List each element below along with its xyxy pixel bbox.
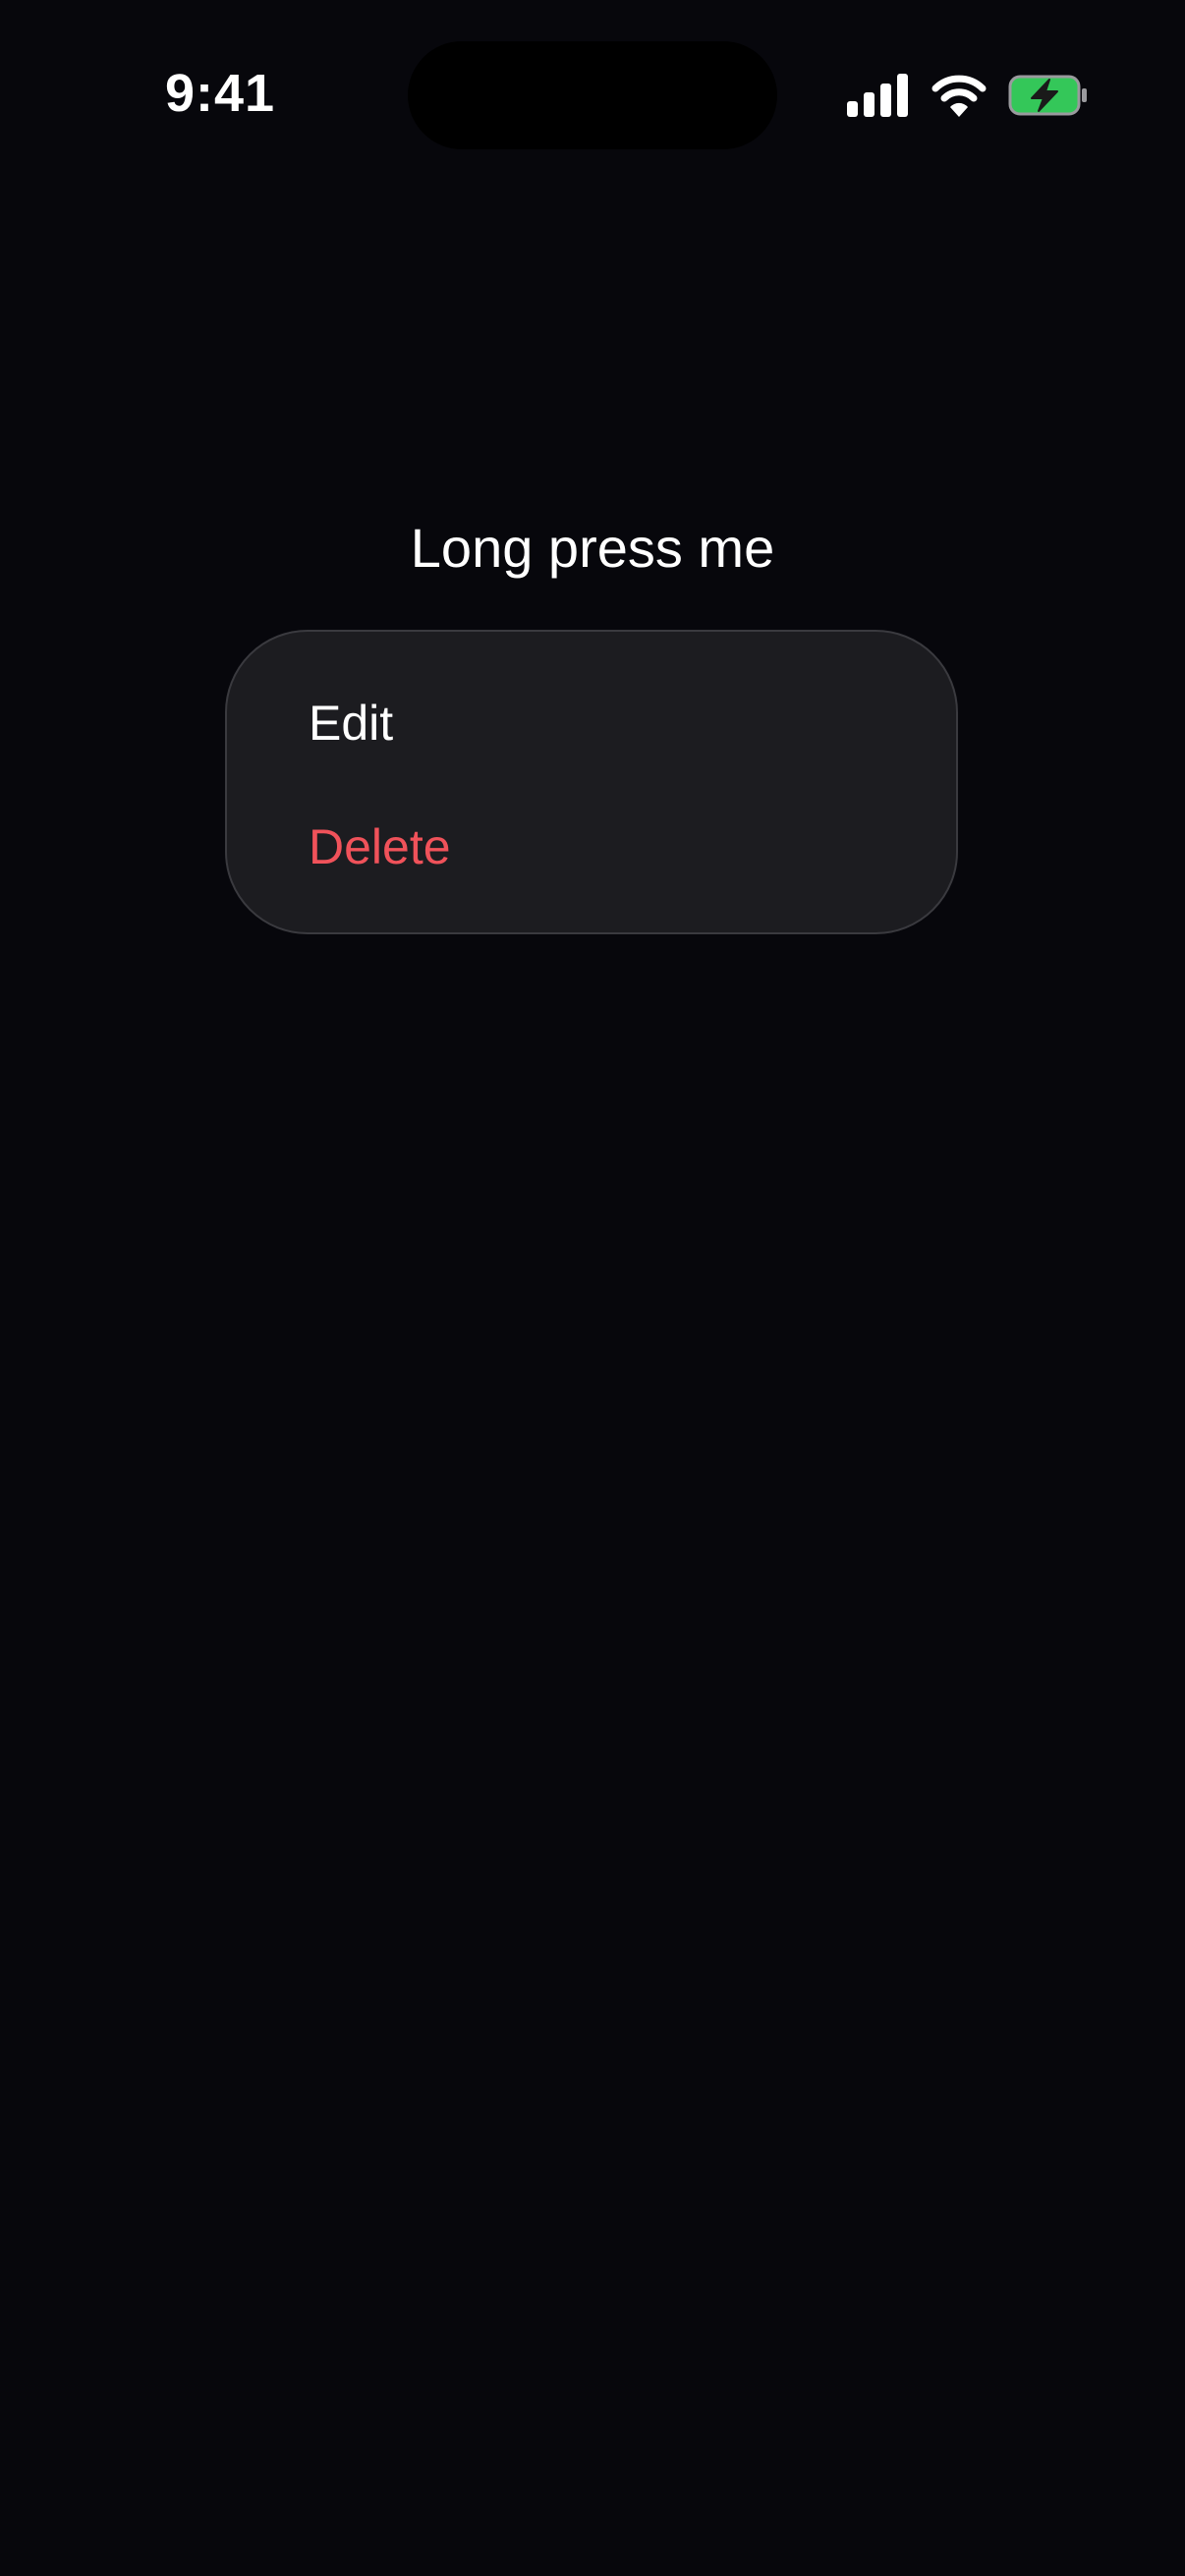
status-time: 9:41 — [165, 64, 276, 123]
battery-charging-icon — [1008, 75, 1087, 116]
wifi-icon — [931, 75, 987, 117]
dynamic-island — [408, 41, 777, 149]
long-press-target[interactable]: Long press me — [0, 516, 1185, 580]
signal-icon — [847, 74, 908, 117]
status-icons — [847, 71, 1089, 120]
status-bar: 9:41 — [0, 0, 1185, 196]
menu-item-delete[interactable]: Delete — [309, 818, 451, 875]
menu-item-edit[interactable]: Edit — [309, 695, 393, 752]
context-menu: Edit Delete — [225, 630, 958, 934]
